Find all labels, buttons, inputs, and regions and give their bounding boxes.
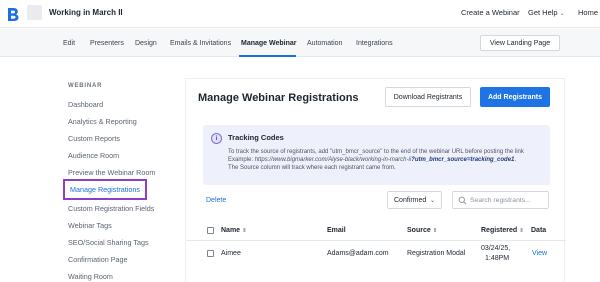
sidebar-item-custom-reports[interactable]: Custom Reports (68, 134, 120, 143)
column-header-name[interactable]: Name ⇕ (221, 227, 247, 234)
tracking-source-note: The Source column will track where each … (228, 165, 396, 171)
top-bar: Working in March II Create a Webinar Get… (0, 0, 600, 28)
webinar-title: Working in March II (49, 8, 123, 17)
view-landing-page-button[interactable]: View Landing Page (480, 35, 560, 51)
sidebar-item-webinar-tags[interactable]: Webinar Tags (68, 221, 112, 230)
tab-presenters[interactable]: Presenters (90, 40, 124, 47)
view-data-link[interactable]: View (532, 250, 547, 257)
search-registrants-box[interactable] (452, 191, 549, 209)
webinar-sidebar: WEBINAR Dashboard Analytics & Reporting … (0, 58, 178, 282)
registrations-panel: Manage Webinar Registrations Download Re… (185, 78, 566, 282)
sidebar-item-confirmation-page[interactable]: Confirmation Page (68, 255, 128, 264)
webinar-subnav: Edit Presenters Design Emails & Invitati… (0, 29, 600, 57)
get-help-label: Get Help (528, 8, 558, 17)
example-prefix: Example: (228, 157, 255, 163)
sidebar-item-seo-social-tags[interactable]: SEO/Social Sharing Tags (68, 238, 149, 247)
create-webinar-link[interactable]: Create a Webinar (461, 8, 520, 17)
get-help-menu[interactable]: Get Help ⌄ (528, 8, 565, 17)
column-name-label: Name (221, 227, 241, 234)
tab-manage-webinar[interactable]: Manage Webinar (241, 40, 297, 47)
sort-icon: ⇕ (242, 228, 247, 234)
tracking-codes-title: Tracking Codes (228, 133, 284, 142)
sidebar-item-manage-registrations[interactable]: Manage Registrations (63, 179, 147, 200)
column-header-registered[interactable]: Registered ⇕ (481, 227, 524, 234)
download-registrants-button[interactable]: Download Registrants (385, 87, 471, 107)
sidebar-item-audience-room[interactable]: Audience Room (68, 151, 119, 160)
column-registered-label: Registered (481, 227, 518, 234)
delete-link[interactable]: Delete (206, 197, 226, 204)
row-checkbox[interactable] (207, 250, 214, 257)
webinar-thumbnail (27, 5, 42, 20)
bigmarker-logo-icon[interactable] (6, 7, 20, 22)
column-header-data: Data (531, 227, 547, 234)
sort-icon: ⇕ (519, 228, 524, 234)
chevron-down-icon: ⌄ (429, 198, 435, 204)
home-label: Home (578, 8, 599, 17)
tab-edit[interactable]: Edit (63, 40, 75, 47)
registrant-source: Registration Modal (407, 250, 466, 257)
column-header-source[interactable]: Source ⇕ (407, 227, 437, 234)
sidebar-heading: WEBINAR (68, 83, 103, 89)
create-webinar-label: Create a Webinar (461, 8, 520, 17)
example-suffix: . (514, 157, 517, 163)
status-filter-value: Confirmed (394, 196, 427, 204)
sort-icon: ⇕ (432, 228, 438, 234)
registered-time: 1:48PM (485, 255, 510, 262)
registrant-email: Adams@adam.com (327, 250, 389, 257)
search-icon (458, 196, 467, 205)
page-title: Manage Webinar Registrations (198, 92, 359, 104)
sidebar-item-preview-room[interactable]: Preview the Webinar Room (68, 168, 155, 177)
tab-automation[interactable]: Automation (307, 40, 342, 47)
select-all-checkbox[interactable] (207, 227, 214, 234)
tracking-example: Example: https://www.bigmarker.com/Alyse… (228, 157, 516, 163)
status-filter-select[interactable]: Confirmed ⌄ (387, 191, 442, 209)
info-icon: i (211, 133, 222, 144)
sidebar-item-custom-registration-fields[interactable]: Custom Registration Fields (68, 204, 154, 213)
tab-emails-invitations[interactable]: Emails & Invitations (170, 40, 231, 47)
column-source-label: Source (407, 227, 431, 234)
example-param: ?utm_bmcr_source=tracking_code1 (411, 157, 515, 163)
tab-design[interactable]: Design (135, 40, 157, 47)
add-registrants-button[interactable]: Add Registrants (480, 87, 550, 107)
example-url: https://www.bigmarker.com/Alyse-black/wo… (254, 157, 412, 163)
search-registrants-input[interactable] (470, 195, 548, 206)
tracking-codes-callout: i Tracking Codes To track the source of … (203, 125, 550, 185)
active-tab-indicator (239, 55, 296, 57)
tab-integrations[interactable]: Integrations (356, 40, 393, 47)
column-header-email: Email (327, 227, 346, 234)
tracking-instructions: To track the source of registrants, add … (228, 149, 524, 155)
home-link[interactable]: Home (578, 8, 598, 17)
registered-date: 03/24/25, (481, 245, 511, 252)
sidebar-item-analytics[interactable]: Analytics & Reporting (68, 117, 137, 126)
registrants-table-header: Name ⇕ Email Source ⇕ Registered ⇕ Data (186, 221, 566, 241)
registrant-name: Aimee (221, 250, 241, 257)
sidebar-item-waiting-room[interactable]: Waiting Room (68, 272, 113, 281)
chevron-down-icon: ⌄ (559, 11, 565, 17)
sidebar-item-dashboard[interactable]: Dashboard (68, 100, 103, 109)
